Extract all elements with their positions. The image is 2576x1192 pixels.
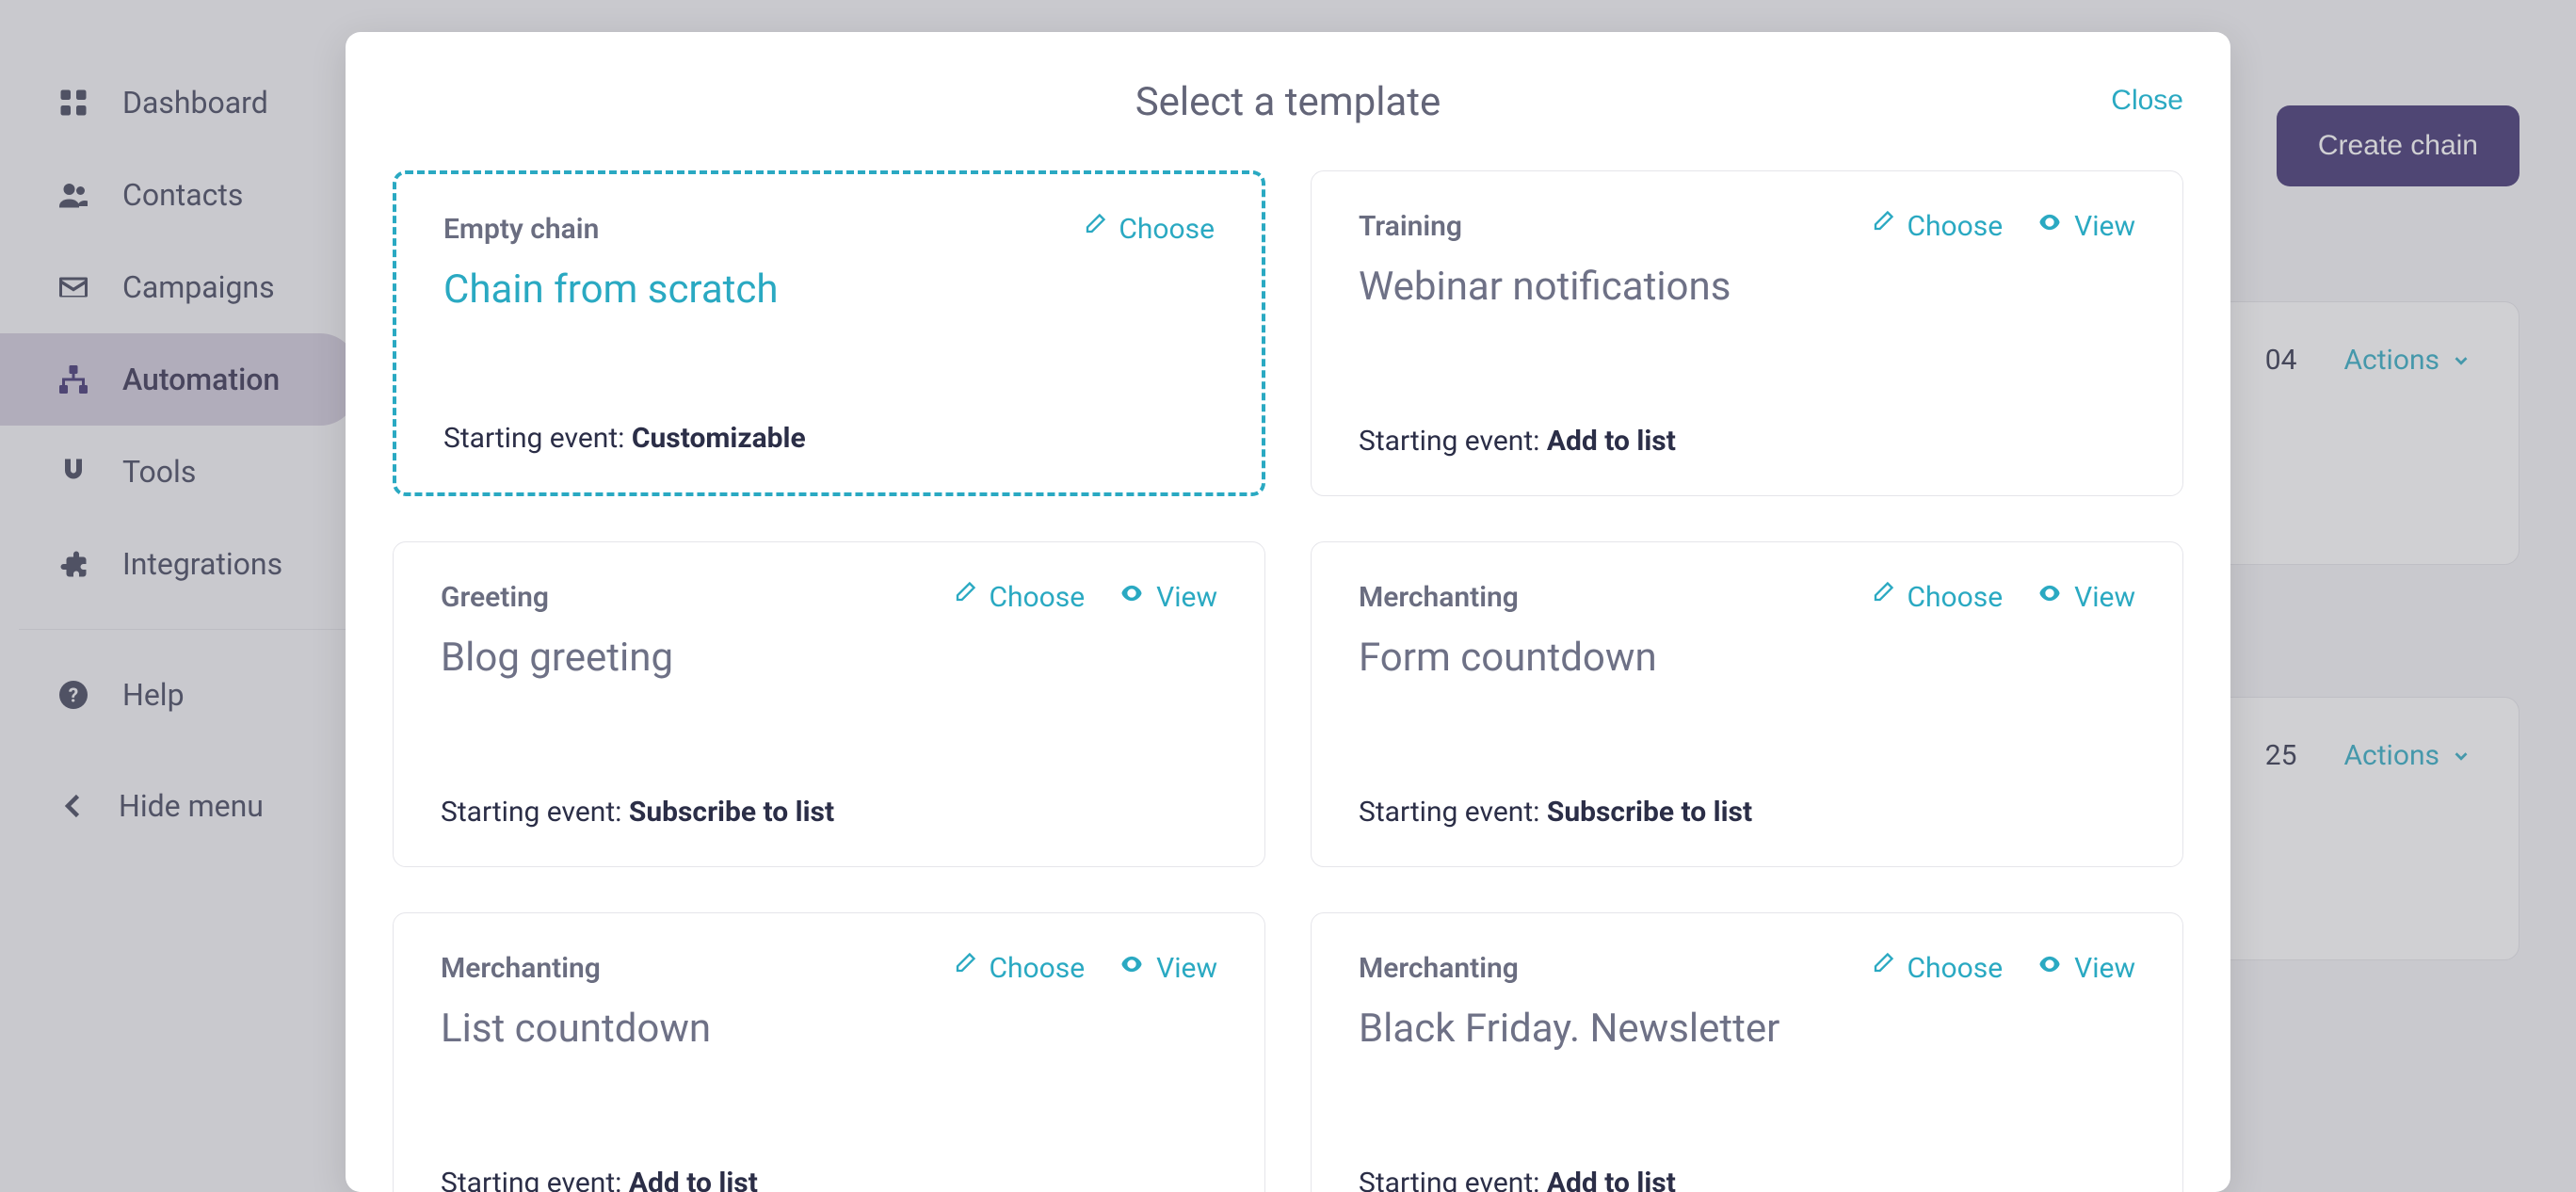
card-header: Greeting Choose View	[441, 580, 1217, 614]
starting-event-value: Customizable	[632, 422, 806, 455]
starting-event-label: Starting event:	[441, 796, 621, 829]
template-category: Empty chain	[443, 213, 599, 246]
view-label: View	[2074, 581, 2135, 614]
starting-event-label: Starting event:	[441, 1167, 621, 1192]
eye-icon	[1119, 951, 1145, 985]
starting-event-value: Add to list	[629, 1167, 758, 1192]
pencil-icon	[951, 580, 977, 614]
eye-icon	[1119, 580, 1145, 614]
card-header: Empty chain Choose	[443, 212, 1215, 246]
card-header: Training Choose View	[1359, 209, 2135, 243]
starting-event-value: Subscribe to list	[629, 796, 834, 829]
card-actions: Choose	[1081, 212, 1215, 246]
pencil-icon	[1869, 951, 1895, 985]
template-title: Chain from scratch	[443, 266, 1215, 313]
starting-event-label: Starting event:	[1359, 796, 1539, 829]
template-title: List countdown	[441, 1006, 1217, 1052]
choose-template-button[interactable]: Choose	[1869, 209, 2003, 243]
choose-label: Choose	[1907, 210, 2003, 243]
view-label: View	[2074, 210, 2135, 243]
starting-event-label: Starting event:	[1359, 425, 1539, 458]
template-category: Merchanting	[1359, 952, 1519, 985]
template-starting-event: Starting event: Subscribe to list	[441, 796, 1217, 829]
card-header: Merchanting Choose View	[441, 951, 1217, 985]
card-actions: Choose View	[1869, 580, 2135, 614]
view-label: View	[1156, 952, 1217, 985]
pencil-icon	[1869, 209, 1895, 243]
template-starting-event: Starting event: Add to list	[1359, 1167, 2135, 1192]
modal-title: Select a template	[1135, 79, 1441, 125]
starting-event-value: Add to list	[1547, 425, 1676, 458]
card-header: Merchanting Choose View	[1359, 951, 2135, 985]
choose-template-button[interactable]: Choose	[951, 580, 1085, 614]
template-title: Black Friday. Newsletter	[1359, 1006, 2135, 1052]
template-card[interactable]: Greeting Choose View Blog greeting Start…	[393, 541, 1265, 867]
choose-label: Choose	[1907, 581, 2003, 614]
starting-event-value: Subscribe to list	[1547, 796, 1752, 829]
view-label: View	[2074, 952, 2135, 985]
choose-label: Choose	[989, 581, 1085, 614]
choose-label: Choose	[1119, 213, 1215, 246]
close-label: Close	[2111, 85, 2183, 116]
choose-label: Choose	[1907, 952, 2003, 985]
template-category: Merchanting	[441, 952, 601, 985]
pencil-icon	[951, 951, 977, 985]
eye-icon	[2037, 209, 2063, 243]
pencil-icon	[1081, 212, 1107, 246]
template-card[interactable]: Merchanting Choose View Form countdown S…	[1311, 541, 2183, 867]
card-header: Merchanting Choose View	[1359, 580, 2135, 614]
template-category: Greeting	[441, 581, 549, 614]
choose-template-button[interactable]: Choose	[1869, 580, 2003, 614]
template-category: Training	[1359, 210, 1462, 243]
card-actions: Choose View	[951, 580, 1217, 614]
starting-event-value: Add to list	[1547, 1167, 1676, 1192]
modal-overlay[interactable]: Select a template Close Empty chain Choo…	[0, 0, 2576, 1192]
view-template-button[interactable]: View	[2037, 580, 2135, 614]
card-actions: Choose View	[1869, 951, 2135, 985]
template-card[interactable]: Merchanting Choose View List countdown S…	[393, 912, 1265, 1192]
template-title: Form countdown	[1359, 635, 2135, 681]
view-template-button[interactable]: View	[1119, 580, 1217, 614]
choose-template-button[interactable]: Choose	[951, 951, 1085, 985]
template-card[interactable]: Empty chain Choose Chain from scratch St…	[393, 170, 1265, 496]
choose-label: Choose	[989, 952, 1085, 985]
card-actions: Choose View	[1869, 209, 2135, 243]
template-title: Blog greeting	[441, 635, 1217, 681]
template-card[interactable]: Merchanting Choose View Black Friday. Ne…	[1311, 912, 2183, 1192]
choose-template-button[interactable]: Choose	[1869, 951, 2003, 985]
template-title: Webinar notifications	[1359, 264, 2135, 310]
view-label: View	[1156, 581, 1217, 614]
starting-event-label: Starting event:	[443, 422, 624, 455]
modal-header: Select a template Close	[393, 79, 2183, 125]
starting-event-label: Starting event:	[1359, 1167, 1539, 1192]
template-category: Merchanting	[1359, 581, 1519, 614]
template-card[interactable]: Training Choose View Webinar notificatio…	[1311, 170, 2183, 496]
select-template-modal: Select a template Close Empty chain Choo…	[346, 32, 2230, 1192]
card-actions: Choose View	[951, 951, 1217, 985]
template-starting-event: Starting event: Subscribe to list	[1359, 796, 2135, 829]
view-template-button[interactable]: View	[1119, 951, 1217, 985]
modal-close-button[interactable]: Close	[2111, 85, 2183, 117]
template-starting-event: Starting event: Customizable	[443, 422, 1215, 455]
eye-icon	[2037, 951, 2063, 985]
pencil-icon	[1869, 580, 1895, 614]
view-template-button[interactable]: View	[2037, 951, 2135, 985]
view-template-button[interactable]: View	[2037, 209, 2135, 243]
eye-icon	[2037, 580, 2063, 614]
choose-template-button[interactable]: Choose	[1081, 212, 1215, 246]
template-grid: Empty chain Choose Chain from scratch St…	[393, 170, 2183, 1192]
template-starting-event: Starting event: Add to list	[441, 1167, 1217, 1192]
template-starting-event: Starting event: Add to list	[1359, 425, 2135, 458]
